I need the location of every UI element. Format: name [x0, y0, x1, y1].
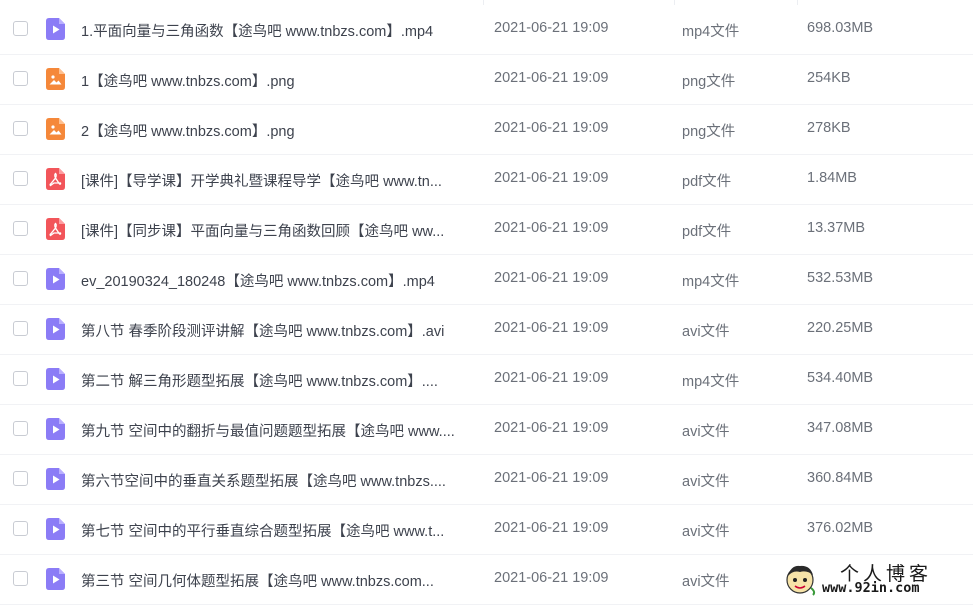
modified-date: 2021-06-21 19:09: [494, 120, 609, 136]
file-size: 360.84MB: [807, 470, 874, 486]
file-row[interactable]: 第七节 空间中的平行垂直综合题型拓展【途鸟吧 www.t... 2021-06-2…: [0, 505, 973, 555]
modified-date: 2021-06-21 19:09: [494, 170, 609, 186]
video-icon: [46, 418, 65, 440]
file-name[interactable]: 1【途鸟吧 www.tnbzs.com】.png: [81, 70, 476, 91]
file-name[interactable]: [课件]【同步课】平面向量与三角函数回顾【途鸟吧 ww...: [81, 220, 476, 241]
file-name[interactable]: 第三节 空间几何体题型拓展【途鸟吧 www.tnbzs.com...: [81, 570, 476, 591]
file-type: png文件: [682, 124, 736, 140]
video-icon: [46, 318, 65, 340]
file-list: 1.平面向量与三角函数【途鸟吧 www.tnbzs.com】.mp4 2021-0…: [0, 5, 973, 605]
file-name[interactable]: 2【途鸟吧 www.tnbzs.com】.png: [81, 120, 476, 141]
file-size: 1.84MB: [807, 170, 857, 186]
row-checkbox[interactable]: [13, 521, 28, 536]
file-name[interactable]: 第二节 解三角形题型拓展【途鸟吧 www.tnbzs.com】....: [81, 370, 476, 391]
file-row[interactable]: [课件]【同步课】平面向量与三角函数回顾【途鸟吧 ww... 2021-06-21…: [0, 205, 973, 255]
file-row[interactable]: [课件]【导学课】开学典礼暨课程导学【途鸟吧 www.tn... 2021-06-…: [0, 155, 973, 205]
row-checkbox[interactable]: [13, 121, 28, 136]
modified-date: 2021-06-21 19:09: [494, 20, 609, 36]
pdf-icon: [46, 218, 65, 240]
row-checkbox[interactable]: [13, 371, 28, 386]
row-checkbox[interactable]: [13, 171, 28, 186]
file-type: mp4文件: [682, 374, 740, 390]
file-type: avi文件: [682, 474, 730, 490]
image-icon: [46, 68, 65, 90]
image-icon: [46, 118, 65, 140]
file-name[interactable]: ev_20190324_180248【途鸟吧 www.tnbzs.com】.mp…: [81, 270, 476, 291]
watermark-url: www.92in.com: [822, 580, 920, 596]
modified-date: 2021-06-21 19:09: [494, 420, 609, 436]
file-type: mp4文件: [682, 274, 740, 290]
file-size: 698.03MB: [807, 20, 874, 36]
video-icon: [46, 468, 65, 490]
video-icon: [46, 368, 65, 390]
file-type: pdf文件: [682, 174, 732, 190]
modified-date: 2021-06-21 19:09: [494, 570, 609, 586]
file-name[interactable]: 第九节 空间中的翻折与最值问题题型拓展【途鸟吧 www....: [81, 420, 476, 441]
file-name[interactable]: [课件]【导学课】开学典礼暨课程导学【途鸟吧 www.tn...: [81, 170, 476, 191]
file-size: 254KB: [807, 70, 851, 86]
file-row[interactable]: 第八节 春季阶段测评讲解【途鸟吧 www.tnbzs.com】.avi 2021-…: [0, 305, 973, 355]
modified-date: 2021-06-21 19:09: [494, 370, 609, 386]
row-checkbox[interactable]: [13, 421, 28, 436]
file-row[interactable]: 第六节空间中的垂直关系题型拓展【途鸟吧 www.tnbzs.... 2021-06…: [0, 455, 973, 505]
file-row[interactable]: 第二节 解三角形题型拓展【途鸟吧 www.tnbzs.com】.... 2021-…: [0, 355, 973, 405]
file-size: 220.25MB: [807, 320, 874, 336]
file-size: 347.08MB: [807, 420, 874, 436]
row-checkbox[interactable]: [13, 71, 28, 86]
modified-date: 2021-06-21 19:09: [494, 320, 609, 336]
pdf-icon: [46, 168, 65, 190]
file-type: avi文件: [682, 424, 730, 440]
file-row[interactable]: ev_20190324_180248【途鸟吧 www.tnbzs.com】.mp…: [0, 255, 973, 305]
file-size: 376.02MB: [807, 520, 874, 536]
video-icon: [46, 518, 65, 540]
file-type: avi文件: [682, 324, 730, 340]
cartoon-face-icon: [786, 565, 816, 596]
modified-date: 2021-06-21 19:09: [494, 520, 609, 536]
video-icon: [46, 568, 65, 590]
row-checkbox[interactable]: [13, 221, 28, 236]
blog-watermark: 个人博客 www.92in.com: [780, 556, 973, 601]
file-row[interactable]: 1.平面向量与三角函数【途鸟吧 www.tnbzs.com】.mp4 2021-0…: [0, 5, 973, 55]
file-size: 534.40MB: [807, 370, 874, 386]
file-type: png文件: [682, 74, 736, 90]
modified-date: 2021-06-21 19:09: [494, 270, 609, 286]
file-type: pdf文件: [682, 224, 732, 240]
file-row[interactable]: 2【途鸟吧 www.tnbzs.com】.png 2021-06-21 19:09…: [0, 105, 973, 155]
file-size: 13.37MB: [807, 220, 866, 236]
row-checkbox[interactable]: [13, 21, 28, 36]
video-icon: [46, 18, 65, 40]
file-name[interactable]: 第八节 春季阶段测评讲解【途鸟吧 www.tnbzs.com】.avi: [81, 320, 476, 341]
file-size: 532.53MB: [807, 270, 874, 286]
modified-date: 2021-06-21 19:09: [494, 70, 609, 86]
file-row[interactable]: 1【途鸟吧 www.tnbzs.com】.png 2021-06-21 19:09…: [0, 55, 973, 105]
row-checkbox[interactable]: [13, 321, 28, 336]
file-size: 278KB: [807, 120, 851, 136]
row-checkbox[interactable]: [13, 271, 28, 286]
row-checkbox[interactable]: [13, 571, 28, 586]
video-icon: [46, 268, 65, 290]
row-checkbox[interactable]: [13, 471, 28, 486]
file-name[interactable]: 第六节空间中的垂直关系题型拓展【途鸟吧 www.tnbzs....: [81, 470, 476, 491]
file-type: avi文件: [682, 574, 730, 590]
modified-date: 2021-06-21 19:09: [494, 220, 609, 236]
file-name[interactable]: 第七节 空间中的平行垂直综合题型拓展【途鸟吧 www.t...: [81, 520, 476, 541]
file-name[interactable]: 1.平面向量与三角函数【途鸟吧 www.tnbzs.com】.mp4: [81, 20, 476, 41]
file-type: mp4文件: [682, 24, 740, 40]
file-row[interactable]: 第九节 空间中的翻折与最值问题题型拓展【途鸟吧 www.... 2021-06-2…: [0, 405, 973, 455]
file-type: avi文件: [682, 524, 730, 540]
modified-date: 2021-06-21 19:09: [494, 470, 609, 486]
